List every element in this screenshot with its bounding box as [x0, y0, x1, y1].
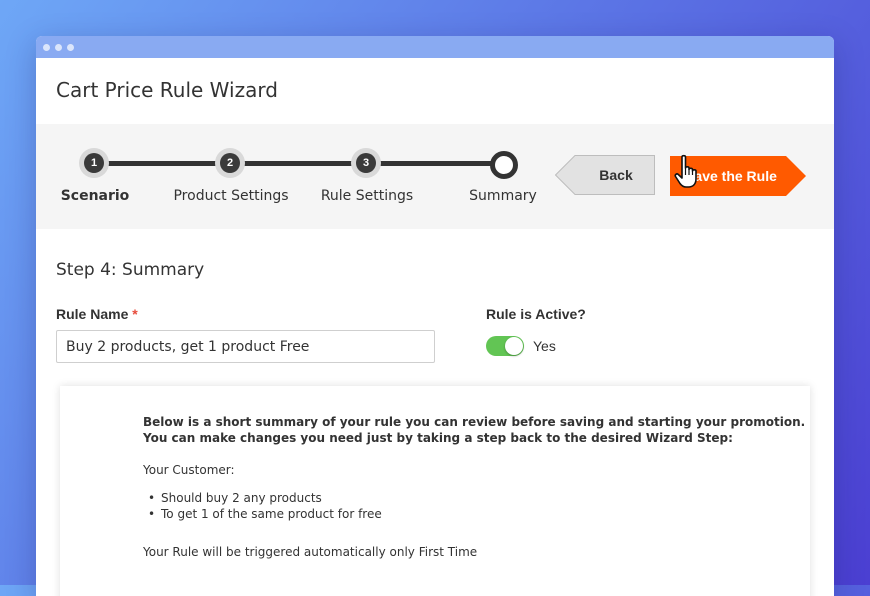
back-button-label: Back — [599, 167, 633, 183]
page-title: Cart Price Rule Wizard — [56, 78, 278, 102]
wizard-window: Cart Price Rule Wizard 1 2 3 Scenario Pr… — [36, 36, 834, 596]
step-1-circle[interactable]: 1 — [84, 153, 104, 173]
rule-active-label: Rule is Active? — [486, 306, 586, 322]
rule-active-value: Yes — [533, 338, 556, 354]
toggle-knob — [505, 337, 523, 355]
window-titlebar — [36, 36, 834, 58]
summary-intro-line-2: You can make changes you need just by ta… — [143, 431, 733, 445]
step-2-circle[interactable]: 2 — [220, 153, 240, 173]
section-title: Step 4: Summary — [56, 260, 205, 280]
step-label-scenario[interactable]: Scenario — [61, 188, 130, 204]
summary-panel: Below is a short summary of your rule yo… — [60, 386, 810, 596]
step-4-circle — [490, 151, 518, 179]
window-dot-icon — [43, 44, 50, 51]
step-label-rule-settings[interactable]: Rule Settings — [321, 188, 413, 204]
list-item: To get 1 of the same product for free — [143, 506, 382, 522]
back-button[interactable]: Back — [555, 155, 655, 195]
customer-heading: Your Customer: — [143, 463, 235, 477]
hand-pointer-icon — [674, 154, 697, 188]
step-label-product-settings[interactable]: Product Settings — [173, 188, 288, 204]
rule-name-label-text: Rule Name — [56, 306, 129, 322]
customer-conditions-list: Should buy 2 any products To get 1 of th… — [143, 490, 382, 522]
rule-name-label: Rule Name * — [56, 306, 138, 322]
list-item: Should buy 2 any products — [143, 490, 382, 506]
trigger-text: Your Rule will be triggered automaticall… — [143, 545, 478, 559]
progress-track — [94, 161, 504, 166]
rule-name-input[interactable] — [56, 330, 435, 363]
summary-intro-line-1: Below is a short summary of your rule yo… — [143, 415, 806, 429]
window-dot-icon — [55, 44, 62, 51]
rule-active-toggle[interactable] — [486, 336, 524, 356]
window-dot-icon — [67, 44, 74, 51]
step-3-circle[interactable]: 3 — [356, 153, 376, 173]
step-label-summary: Summary — [469, 188, 537, 204]
summary-intro: Below is a short summary of your rule yo… — [143, 414, 805, 446]
required-mark: * — [132, 306, 138, 322]
wizard-step-bar: 1 2 3 Scenario Product Settings Rule Set… — [36, 124, 834, 229]
